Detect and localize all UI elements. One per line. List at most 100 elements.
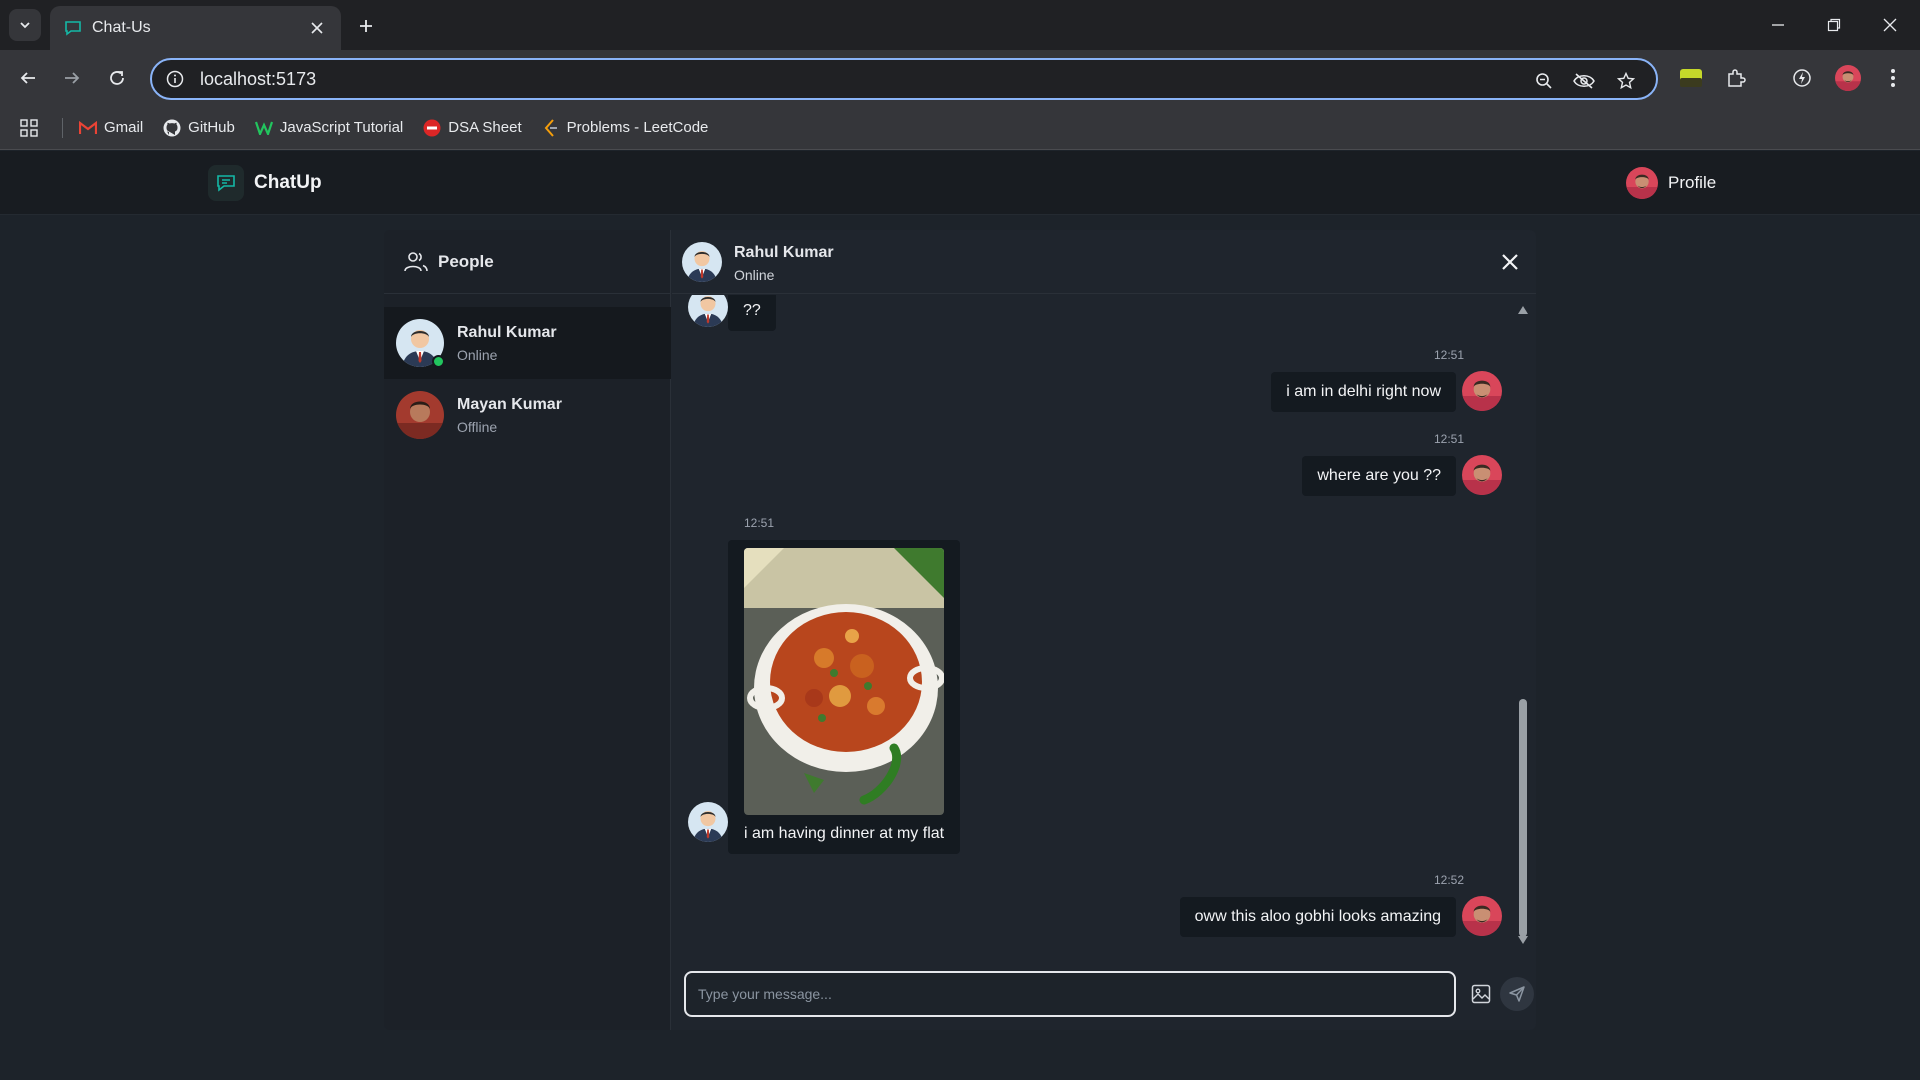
message-timestamp: 12:51 xyxy=(744,516,775,530)
close-tab-icon[interactable] xyxy=(307,18,327,38)
conversation-header: Rahul Kumar Online xyxy=(672,230,1536,294)
bookmark-gmail[interactable]: Gmail xyxy=(79,119,143,137)
message-list[interactable]: ?? 12:51 i am in delhi right now 12:51 w… xyxy=(672,295,1536,950)
chat-contact-status: Online xyxy=(734,267,775,283)
bookmark-label: DSA Sheet xyxy=(448,119,522,136)
scroll-thumb[interactable] xyxy=(1519,699,1527,937)
contact-name: Mayan Kumar xyxy=(457,395,562,413)
online-indicator xyxy=(432,355,445,368)
close-window-button[interactable] xyxy=(1862,0,1918,50)
message-bubble: oww this aloo gobhi looks amazing xyxy=(1179,897,1456,937)
bookmark-label: Gmail xyxy=(104,119,144,136)
contact-item-rahul-kumar[interactable]: Rahul Kumar Online xyxy=(384,307,671,379)
new-tab-button[interactable] xyxy=(352,12,380,40)
chat-container: People Rahul Kumar Online Mayan Kumar Of… xyxy=(384,230,1536,1030)
avatar xyxy=(688,802,728,842)
contact-avatar xyxy=(396,391,444,439)
address-bar[interactable]: localhost:5173 xyxy=(150,58,1658,100)
browser-tabstrip: Chat-Us xyxy=(0,0,1920,50)
message-composer xyxy=(672,965,1536,1030)
people-sidebar: People Rahul Kumar Online Mayan Kumar Of… xyxy=(384,230,671,1030)
tuf-icon xyxy=(423,119,441,137)
attach-image-button[interactable] xyxy=(1468,981,1494,1007)
bookmark-dsa-sheet[interactable]: DSA Sheet xyxy=(423,119,522,137)
message-bubble: where are you ?? xyxy=(1302,456,1456,496)
extensions-puzzle-icon[interactable] xyxy=(1721,63,1751,93)
message-bubble: ?? xyxy=(728,295,776,331)
bookmark-label: Problems - LeetCode xyxy=(566,119,709,136)
avatar xyxy=(1462,455,1502,495)
scroll-up-arrow-icon[interactable] xyxy=(1517,305,1529,315)
avatar xyxy=(1626,167,1658,199)
avatar xyxy=(1462,896,1502,936)
users-icon xyxy=(404,251,428,271)
scroll-down-arrow-icon[interactable] xyxy=(1517,935,1529,945)
eye-off-icon[interactable] xyxy=(1572,69,1596,93)
profile-label: Profile xyxy=(1668,173,1717,192)
github-icon xyxy=(163,119,181,137)
image-message-bubble: i am having dinner at my flat xyxy=(728,540,961,854)
chat-contact-name: Rahul Kumar xyxy=(734,244,834,261)
message-text: i am having dinner at my flat xyxy=(744,825,945,842)
profile-link[interactable]: Profile xyxy=(1626,167,1716,199)
send-button[interactable] xyxy=(1500,977,1534,1011)
arrow-left-icon xyxy=(20,72,35,84)
apps-grid-icon[interactable] xyxy=(20,118,38,137)
bookmarks-divider xyxy=(62,117,63,138)
bookmark-javascript-tutorial[interactable]: JavaScript Tutorial xyxy=(254,119,404,137)
restore-icon xyxy=(1827,18,1841,32)
bookmark-star-icon[interactable] xyxy=(1614,69,1638,93)
image-icon xyxy=(1471,984,1491,1004)
tab-title: Chat-Us xyxy=(92,19,151,36)
tab-search-button[interactable] xyxy=(9,9,41,41)
close-icon xyxy=(1502,254,1518,270)
bookmark-label: JavaScript Tutorial xyxy=(279,119,404,136)
minimize-icon xyxy=(1772,24,1784,26)
back-button[interactable] xyxy=(12,62,44,94)
contact-item-mayan-kumar[interactable]: Mayan Kumar Offline xyxy=(384,379,671,451)
close-icon xyxy=(1883,18,1897,32)
chat-logo-icon xyxy=(208,165,244,201)
browser-tab[interactable]: Chat-Us xyxy=(50,6,341,50)
kebab-menu-icon[interactable] xyxy=(1878,63,1908,93)
extension-icon[interactable] xyxy=(1676,63,1706,93)
minimize-button[interactable] xyxy=(1750,0,1806,50)
message-bubble: i am in delhi right now xyxy=(1271,372,1456,412)
javascript-tutorial-icon xyxy=(254,119,273,137)
conversation-panel: Rahul Kumar Online ?? 12:51 i am in delh… xyxy=(672,230,1536,1030)
forward-button[interactable] xyxy=(56,62,88,94)
bookmark-leetcode[interactable]: Problems - LeetCode xyxy=(542,118,709,137)
contact-status: Offline xyxy=(457,418,498,435)
performance-icon[interactable] xyxy=(1787,63,1817,93)
message-scrollbar[interactable] xyxy=(1517,305,1529,945)
message-timestamp: 12:51 xyxy=(1433,348,1464,362)
contact-avatar xyxy=(396,319,445,368)
contact-status: Online xyxy=(457,346,498,363)
message-input[interactable] xyxy=(684,971,1456,1017)
plus-icon xyxy=(360,20,372,32)
url-text: localhost:5173 xyxy=(200,68,317,89)
app-brand[interactable]: ChatUp xyxy=(254,172,322,194)
restore-button[interactable] xyxy=(1806,0,1862,50)
avatar xyxy=(682,242,722,282)
avatar xyxy=(1462,371,1502,411)
message-timestamp: 12:52 xyxy=(1433,873,1464,887)
zoom-icon[interactable] xyxy=(1532,69,1556,93)
chevron-down-icon xyxy=(20,22,30,29)
site-info-icon[interactable] xyxy=(166,70,184,88)
contact-name: Rahul Kumar xyxy=(457,323,557,341)
chat-favicon-icon xyxy=(64,19,82,37)
bookmark-github[interactable]: GitHub xyxy=(163,119,235,137)
leetcode-icon xyxy=(542,118,560,137)
app-header: ChatUp Profile xyxy=(0,151,1920,215)
sidebar-title: People xyxy=(438,251,494,271)
arrow-right-icon xyxy=(65,72,80,84)
reload-icon xyxy=(110,71,124,85)
avatar xyxy=(688,295,728,327)
browser-toolbar: localhost:5173 xyxy=(0,50,1920,106)
aloo-gobhi-photo[interactable] xyxy=(744,548,944,815)
browser-profile-avatar[interactable] xyxy=(1833,63,1863,93)
close-chat-button[interactable] xyxy=(1498,250,1522,274)
reload-button[interactable] xyxy=(101,62,133,94)
gmail-icon xyxy=(79,119,97,137)
